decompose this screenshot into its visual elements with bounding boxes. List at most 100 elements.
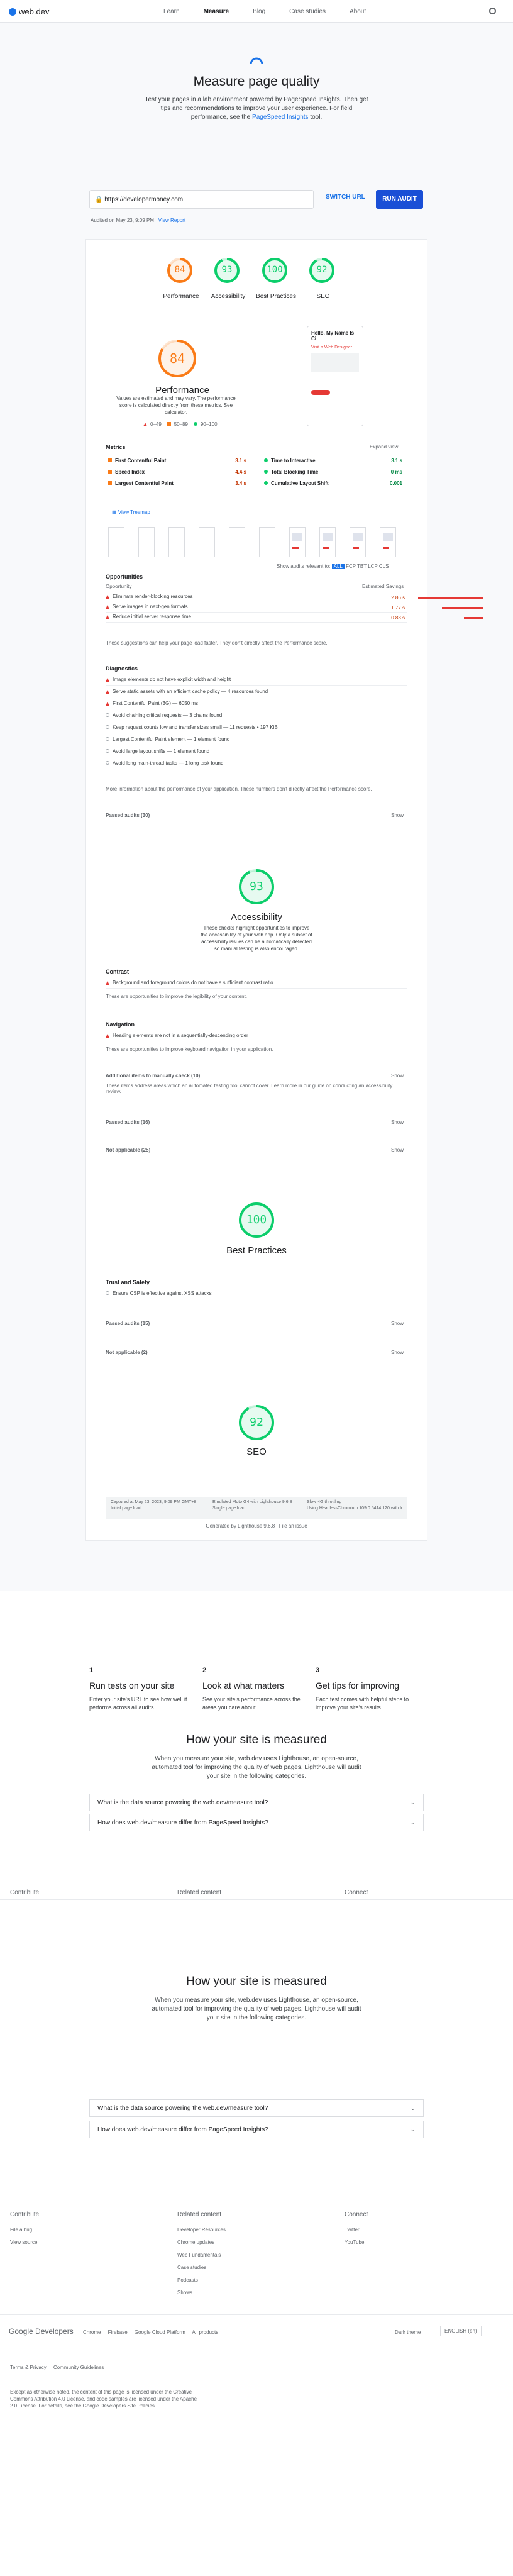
measured-desc: When you measure your site, web.dev uses… [152, 1755, 361, 1780]
bp-passed-audits[interactable]: Passed audits (15) [106, 1321, 150, 1326]
terms-links: Terms & Privacy Community Guidelines [10, 2365, 104, 2370]
opportunity-item[interactable]: Serve images in next-gen formats 1.77 s [106, 604, 483, 613]
metric-1: Time to Interactive 3.1 s [264, 458, 402, 464]
diagnostic-item[interactable]: Largest Contentful Paint element — 1 ele… [106, 736, 407, 745]
diagnostic-item[interactable]: Image elements do not have explicit widt… [106, 677, 407, 686]
run-audit-button[interactable]: RUN AUDIT [376, 190, 423, 209]
metric-5: Cumulative Layout Shift 0.001 [264, 480, 402, 486]
nav-case-studies[interactable]: Case studies [289, 8, 326, 15]
diagnostic-item[interactable]: Serve static assets with an efficient ca… [106, 689, 407, 697]
diagnostic-item[interactable]: Keep request counts low and transfer siz… [106, 724, 407, 733]
nav-learn[interactable]: Learn [163, 8, 180, 15]
savings-bar [464, 617, 483, 619]
faq-item-1b[interactable]: What is the data source powering the web… [89, 2099, 424, 2117]
opportunity-item[interactable]: Reduce initial server response time 0.83 … [106, 614, 483, 623]
contrast-item[interactable]: Background and foreground colors do not … [106, 980, 407, 989]
measured-desc-2: When you measure your site, web.dev uses… [152, 1997, 361, 2021]
status-icon [106, 690, 109, 694]
site-logo[interactable]: web.dev [9, 7, 49, 16]
hero-description: Test your pages in a lab environment pow… [145, 96, 368, 121]
filmstrip-frame [199, 527, 215, 557]
summary-gauge-1: 93 [213, 257, 241, 284]
summary-gauge-3: 92 [308, 257, 336, 284]
nav-measure[interactable]: Measure [204, 8, 229, 15]
accessibility-gauge-ring-score: 93 [250, 880, 263, 893]
performance-gauge-ring-score: 84 [169, 351, 185, 366]
chevron-down-icon: ⌄ [410, 1819, 416, 1826]
diagnostic-item[interactable]: Avoid chaining critical requests — 3 cha… [106, 713, 407, 721]
filmstrip-frame [108, 527, 124, 557]
navigation-item[interactable]: Heading elements are not in a sequential… [106, 1033, 407, 1041]
nav-about[interactable]: About [350, 8, 366, 15]
status-icon [106, 761, 109, 765]
product-links: Chrome Firebase Google Cloud Platform Al… [83, 2329, 219, 2335]
status-icon [106, 725, 109, 729]
a11y-na-show[interactable]: Show [391, 1147, 404, 1153]
metric-status-icon [108, 470, 112, 474]
url-input[interactable]: 🔒 https://developermoney.com [89, 190, 314, 209]
faq-item-1[interactable]: What is the data source powering the web… [89, 1794, 424, 1811]
switch-url-button[interactable]: SWITCH URL [326, 194, 365, 201]
faq-item-2[interactable]: How does web.dev/measure differ from Pag… [89, 1814, 424, 1831]
trust-item[interactable]: Ensure CSP is effective against XSS atta… [106, 1291, 407, 1299]
filmstrip-frame [229, 527, 245, 557]
summary-label-3[interactable]: SEO [295, 293, 351, 300]
a11y-not-applicable[interactable]: Not applicable (25) [106, 1147, 150, 1153]
runtime-settings: Captured at May 23, 2023, 9:09 PM GMT+8 I… [106, 1497, 407, 1519]
google-developers-logo[interactable]: Google Developers [9, 2327, 74, 2336]
generated-by: Generated by Lighthouse 9.6.8 | File an … [206, 1523, 307, 1529]
bp-not-applicable[interactable]: Not applicable (2) [106, 1350, 148, 1355]
license-text: Except as otherwise noted, the content o… [10, 2389, 197, 2409]
perf-passed-show[interactable]: Show [391, 813, 404, 818]
bp-na-show[interactable]: Show [391, 1350, 404, 1355]
diagnostics-title: Diagnostics [106, 665, 138, 672]
score-legend: 0–49 50–89 90–100 [143, 421, 218, 427]
contribute-links: File a bug View source [10, 2227, 38, 2245]
status-icon [106, 749, 109, 753]
view-report-link[interactable]: View Report [158, 218, 185, 223]
accessibility-title: Accessibility [231, 912, 282, 923]
filmstrip-frame [350, 527, 366, 557]
step-2: 2 Look at what matters See your site's per… [202, 1667, 301, 1711]
accessibility-desc: These checks highlight opportunities to … [201, 925, 312, 952]
performance-gauge-ring: 84 [157, 338, 197, 379]
savings-col: Estimated Savings [362, 584, 404, 589]
metric-2: Speed Index 4.4 s [108, 469, 246, 475]
dark-theme-toggle[interactable]: Dark theme [395, 2329, 421, 2335]
expand-view-button[interactable]: Expand view [370, 444, 398, 450]
savings-bar [442, 607, 483, 609]
a11y-passed-audits[interactable]: Passed audits (16) [106, 1119, 150, 1125]
bp-passed-show[interactable]: Show [391, 1321, 404, 1326]
search-icon[interactable] [489, 8, 496, 14]
metric-4: Largest Contentful Paint 3.4 s [108, 480, 246, 486]
contribute-heading: Contribute [10, 1889, 40, 1896]
metric-status-icon [264, 470, 268, 474]
view-treemap-button[interactable]: ▦ View Treemap [112, 509, 150, 515]
manual-checks-show[interactable]: Show [391, 1073, 404, 1079]
metric-status-icon [264, 458, 268, 462]
divider [0, 1899, 513, 1900]
opportunity-item[interactable]: Eliminate render-blocking resources 2.86 … [106, 594, 483, 602]
psi-link[interactable]: PageSpeed Insights [252, 114, 309, 121]
a11y-passed-show[interactable]: Show [391, 1119, 404, 1125]
language-select[interactable]: ENGLISH (en) [440, 2326, 482, 2336]
summary-gauge-3-score: 92 [316, 265, 328, 275]
nav-blog[interactable]: Blog [253, 8, 265, 15]
diagnostic-item[interactable]: Avoid large layout shifts — 1 element fo… [106, 748, 407, 757]
measured-title: How your site is measured [186, 1733, 327, 1746]
step-3: 3 Get tips for improving Each test comes w… [316, 1667, 409, 1711]
perf-passed-audits[interactable]: Passed audits (30) [106, 813, 150, 818]
faq-item-2b[interactable]: How does web.dev/measure differ from Pag… [89, 2121, 424, 2138]
chevron-down-icon: ⌄ [410, 2105, 416, 2112]
navigation-note: These are opportunities to improve keybo… [106, 1046, 273, 1052]
diagnostic-item[interactable]: Avoid long main-thread tasks — 1 long ta… [106, 760, 407, 769]
diagnostic-item[interactable]: First Contentful Paint (3G) — 6050 ms [106, 701, 407, 709]
fail-icon [106, 615, 109, 619]
metric-status-icon [264, 481, 268, 485]
filmstrip-frame [259, 527, 275, 557]
filmstrip-frame [289, 527, 306, 557]
contrast-note: These are opportunities to improve the l… [106, 994, 248, 999]
summary-gauge-2: 100 [261, 257, 289, 284]
performance-desc: Values are estimated and may vary. The p… [116, 396, 236, 415]
manual-checks[interactable]: Additional items to manually check (10) [106, 1073, 200, 1079]
